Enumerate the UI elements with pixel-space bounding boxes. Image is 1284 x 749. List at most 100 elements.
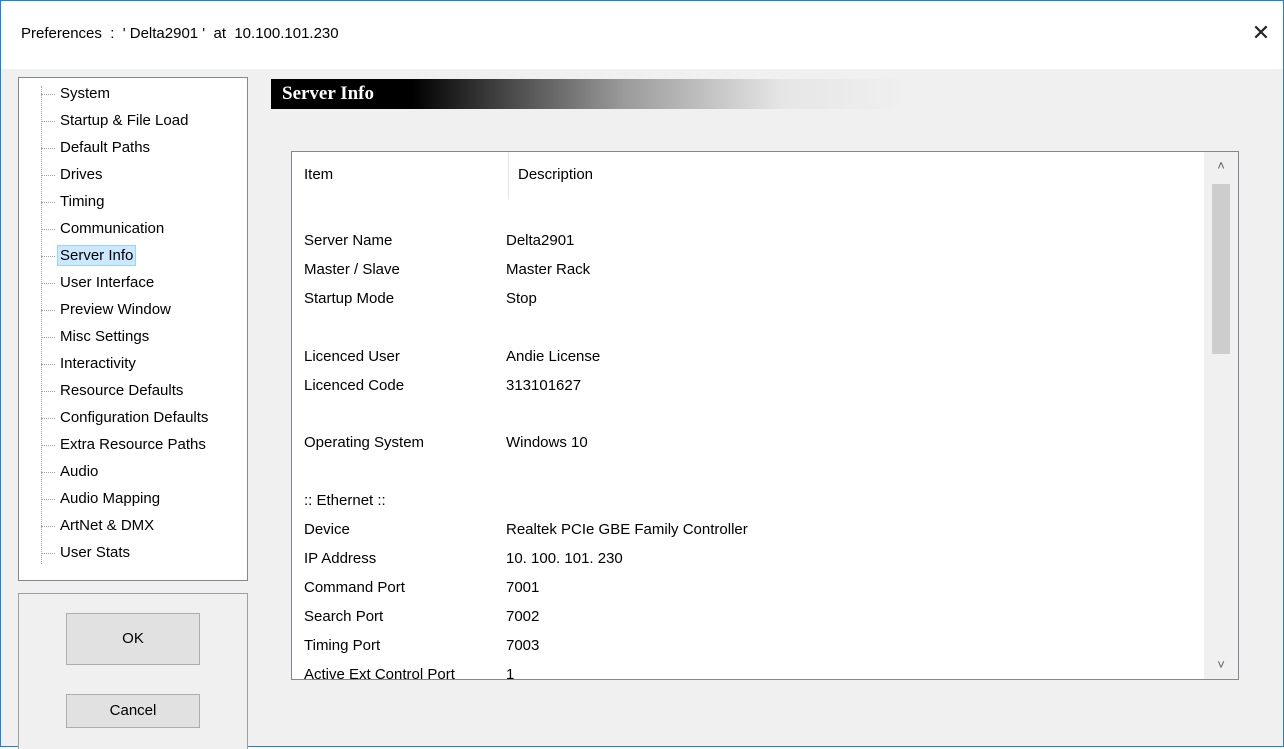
tree-branch-line	[41, 471, 55, 473]
tree-item[interactable]: User Stats	[41, 541, 132, 567]
tree-item[interactable]: System	[41, 82, 112, 108]
vertical-scrollbar[interactable]: ˄ ˅	[1204, 152, 1238, 679]
column-header-item[interactable]: Item	[304, 166, 333, 183]
tree-branch-line	[41, 417, 55, 419]
tree-branch-line	[41, 282, 55, 284]
column-divider[interactable]	[508, 152, 509, 198]
tree-branch-line	[41, 174, 55, 176]
tree-branch-line	[41, 228, 55, 230]
tree-item[interactable]: Communication	[41, 217, 166, 243]
tree-branch-line	[41, 255, 55, 257]
row-description: 313101627	[506, 376, 582, 394]
list-row[interactable]: Server Name Delta2901	[292, 228, 1202, 256]
row-description: 7002	[506, 607, 540, 625]
row-item: Search Port	[304, 607, 384, 625]
row-description: Stop	[506, 289, 537, 307]
tree-branch-line	[41, 93, 55, 95]
close-icon: ✕	[1251, 20, 1271, 45]
list-row[interactable]	[292, 401, 1202, 429]
list-row[interactable]: Timing Port 7003	[292, 633, 1202, 661]
tree-item[interactable]: Extra Resource Paths	[41, 433, 208, 459]
tree-item[interactable]: Resource Defaults	[41, 379, 185, 405]
row-description: Andie License	[506, 347, 601, 365]
tree-item[interactable]: Server Info	[41, 244, 137, 270]
tree-item-label: Drives	[60, 166, 103, 183]
close-button[interactable]: ✕	[1239, 13, 1283, 53]
row-item: Server Name	[304, 232, 393, 249]
tree-item-label: Preview Window	[60, 301, 171, 318]
column-header-description[interactable]: Description	[518, 166, 593, 183]
list-row[interactable]: Licenced Code 313101627	[292, 373, 1202, 401]
tree-item[interactable]: Default Paths	[41, 136, 152, 162]
row-description: Realtek PCIe GBE Family Controller	[506, 521, 748, 538]
row-description: Delta2901	[506, 232, 575, 249]
tree-item-label: Audio Mapping	[60, 490, 161, 507]
tree-item[interactable]: ArtNet & DMX	[41, 514, 156, 540]
title-bar[interactable]: Preferences : ' Delta2901 ' at 10.100.10…	[1, 1, 1283, 69]
tree-item-label: Server Info	[56, 245, 137, 266]
tree-branch-line	[41, 201, 55, 203]
row-description: 7001	[506, 578, 540, 596]
tree-item[interactable]: Drives	[41, 163, 105, 189]
tree-item[interactable]: Preview Window	[41, 298, 173, 324]
list-row[interactable]: Active Ext Control Port 1	[292, 662, 1202, 680]
row-description: 1	[506, 665, 515, 680]
tree-item[interactable]: Interactivity	[41, 352, 138, 378]
tree-item-label: ArtNet & DMX	[60, 517, 155, 534]
preferences-tree[interactable]: System Startup & File Load Default Paths Dr…	[18, 77, 248, 581]
row-item: :: Ethernet ::	[304, 492, 386, 510]
row-item: Master / Slave	[304, 260, 400, 278]
tree-branch-line	[41, 309, 55, 311]
tree-item-label: Timing	[60, 193, 105, 210]
tree-branch-line	[41, 120, 55, 122]
row-item: Active Ext Control Port	[304, 665, 455, 680]
server-info-list[interactable]: Item Description Server Name Delta2901 Mas…	[291, 151, 1239, 680]
tree-item-label: Communication	[60, 220, 165, 237]
chevron-down-icon: ˅	[1217, 657, 1225, 672]
tree-item-label: Default Paths	[60, 139, 151, 156]
tree-item[interactable]: Timing	[41, 190, 106, 216]
tree-item[interactable]: User Interface	[41, 271, 156, 297]
tree-branch-line	[41, 444, 55, 446]
tree-branch-line	[41, 390, 55, 392]
scroll-up-button[interactable]: ˄	[1204, 152, 1238, 180]
list-row[interactable]: Licenced User Andie License	[292, 344, 1202, 372]
scroll-down-button[interactable]: ˅	[1204, 651, 1238, 679]
tree-branch-line	[41, 336, 55, 338]
scrollbar-thumb[interactable]	[1212, 184, 1230, 354]
tree-branch-line	[41, 363, 55, 365]
row-item: Device	[304, 521, 350, 538]
tree-item-label: Startup & File Load	[60, 112, 189, 129]
tree-item[interactable]: Startup & File Load	[41, 109, 190, 135]
list-row[interactable]: Command Port 7001	[292, 575, 1202, 603]
tree-item[interactable]: Configuration Defaults	[41, 406, 210, 432]
list-row[interactable]: Master / Slave Master Rack	[292, 257, 1202, 285]
list-row[interactable]: :: Ethernet ::	[292, 488, 1202, 516]
list-row[interactable]	[292, 315, 1202, 343]
row-item: IP Address	[304, 549, 377, 567]
list-row[interactable]: IP Address 10. 100. 101. 230	[292, 546, 1202, 574]
row-description: Windows 10	[506, 434, 588, 452]
window-title: Preferences : ' Delta2901 ' at 10.100.10…	[21, 25, 339, 42]
row-item: Timing Port	[304, 636, 381, 654]
tree-branch-line	[41, 525, 55, 527]
cancel-button[interactable]: Cancel	[66, 694, 200, 728]
tree-item[interactable]: Misc Settings	[41, 325, 151, 351]
tree-item-label: Interactivity	[60, 355, 136, 372]
tree-branch-line	[41, 147, 55, 149]
tree-branch-line	[41, 552, 55, 554]
tree-item-label: User Stats	[60, 544, 131, 561]
row-item: Operating System	[304, 434, 425, 452]
tree-item-label: Configuration Defaults	[60, 409, 209, 426]
tree-item[interactable]: Audio Mapping	[41, 487, 162, 513]
list-row[interactable]: Device Realtek PCIe GBE Family Controller	[292, 517, 1202, 545]
tree-item-label: System	[60, 85, 111, 102]
list-row[interactable]: Search Port 7002	[292, 604, 1202, 632]
ok-button[interactable]: OK	[66, 613, 200, 665]
row-item: Command Port	[304, 578, 405, 596]
list-row[interactable]: Operating System Windows 10	[292, 430, 1202, 458]
list-row[interactable]	[292, 459, 1202, 487]
tree-item[interactable]: Audio	[41, 460, 100, 486]
list-row[interactable]: Startup Mode Stop	[292, 286, 1202, 314]
row-item: Licenced User	[304, 347, 400, 365]
